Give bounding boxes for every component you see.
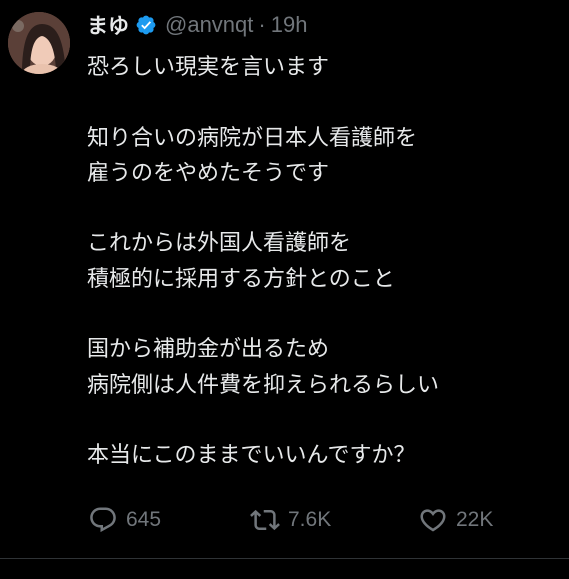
tweet-header: まゆ @anvnqt · 19h <box>87 10 307 40</box>
tweet-line: 恐ろしい現実を言います <box>87 55 330 80</box>
separator-dot: · <box>258 12 266 37</box>
like-count: 22K <box>456 508 494 531</box>
tweet-line: 国から補助金が出るため <box>87 337 330 363</box>
tweet-line: 積極的に採用する方針とのこと <box>87 266 395 292</box>
retweet-icon <box>250 505 280 535</box>
author-handle[interactable]: @anvnqt <box>165 12 253 38</box>
reply-button[interactable]: 645 <box>88 503 161 537</box>
timestamp[interactable]: 19h <box>271 12 308 38</box>
heart-icon <box>418 505 448 535</box>
retweet-button[interactable]: 7.6K <box>250 503 331 537</box>
verified-badge-icon <box>135 14 157 36</box>
avatar[interactable] <box>8 12 70 74</box>
tweet-actions: 645 7.6K 22K <box>0 503 569 537</box>
tweet-line: これからは外国人看護師を <box>87 231 352 257</box>
avatar-image <box>8 12 70 74</box>
tweet-line: 病院側は人件費を抑えられるらしい <box>87 372 440 398</box>
tweet-line: 本当にこのままでいいんですか？ <box>87 443 416 469</box>
divider <box>0 558 569 559</box>
tweet-line: 雇うのをやめたそうです <box>87 160 330 186</box>
tweet[interactable]: まゆ @anvnqt · 19h 恐ろしい現実を言います 知り合いの病院が日本人… <box>0 0 569 579</box>
retweet-count: 7.6K <box>288 508 332 531</box>
like-button[interactable]: 22K <box>418 503 493 537</box>
reply-icon <box>88 505 118 535</box>
tweet-line: 知り合いの病院が日本人看護師を <box>87 125 418 151</box>
display-name[interactable]: まゆ <box>87 10 129 40</box>
reply-count: 645 <box>126 508 162 531</box>
tweet-text: 恐ろしい現実を言います 知り合いの病院が日本人看護師を 雇うのをやめたそうです … <box>87 50 557 474</box>
